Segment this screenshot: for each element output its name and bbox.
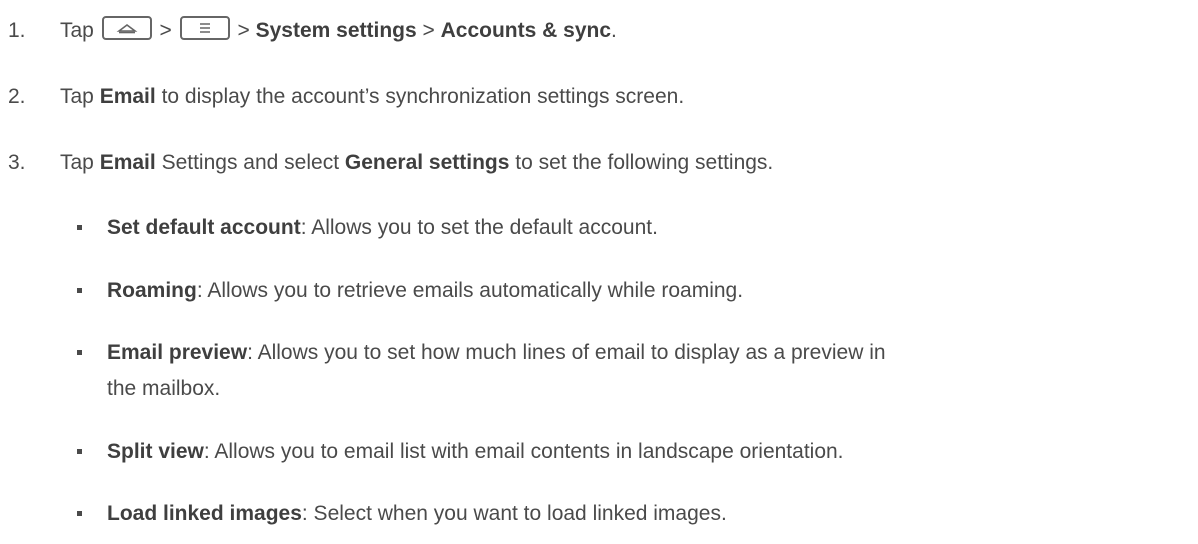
bullet-marker [77, 511, 82, 516]
list-item-text: Set default account: Allows you to set t… [107, 216, 658, 239]
bullet-marker [77, 288, 82, 293]
bullet-marker [77, 350, 82, 355]
bullet-marker [77, 449, 82, 454]
step-text: Tap Email Settings and select General se… [60, 151, 774, 174]
menu-key-icon [179, 16, 230, 41]
step-text: Tap Email to display the account’s synch… [60, 85, 685, 108]
home-key-icon [101, 16, 152, 41]
step-number: 3. [8, 151, 26, 174]
step-number: 1. [8, 19, 26, 42]
list-item-text: Load linked images: Select when you want… [107, 502, 727, 525]
bullet-marker [77, 225, 82, 230]
step-text: Tap > > System settings > Accounts & syn… [60, 16, 617, 43]
list-item-text: Split view: Allows you to email list wit… [107, 440, 844, 463]
step-number: 2. [8, 85, 26, 108]
list-item-text: Roaming: Allows you to retrieve emails a… [107, 279, 744, 302]
list-item-text: Email preview: Allows you to set how muc… [107, 341, 886, 400]
